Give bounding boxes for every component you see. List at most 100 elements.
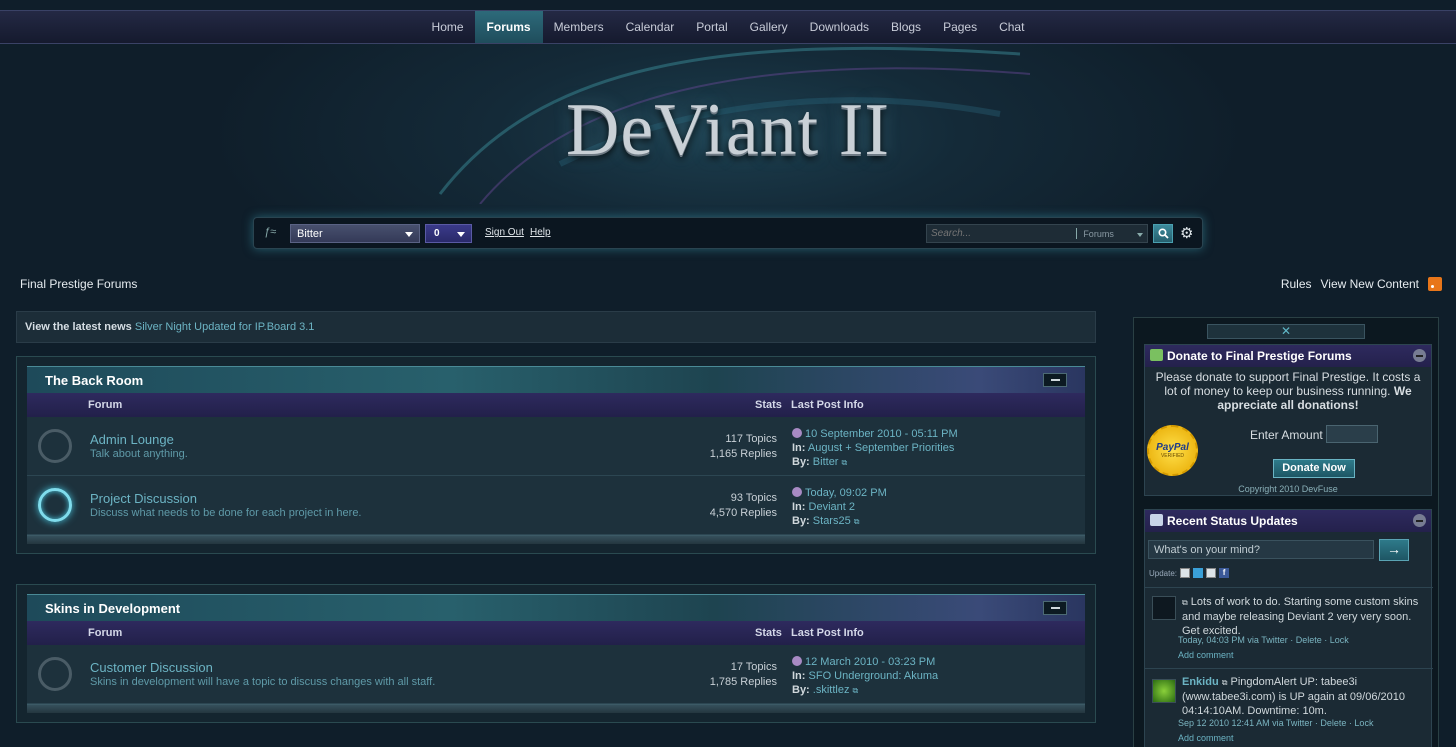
post-status-button[interactable]: → <box>1379 539 1409 561</box>
rules-link[interactable]: Rules <box>1281 277 1312 291</box>
forum-name-link[interactable]: Admin Lounge <box>90 432 174 447</box>
forum-name-link[interactable]: Project Discussion <box>90 491 197 506</box>
last-post-date[interactable]: 12 March 2010 - 03:23 PM <box>805 656 935 668</box>
add-comment-link[interactable]: Add comment <box>1178 650 1234 660</box>
in-label: In: <box>792 670 806 682</box>
search-icon <box>1157 228 1169 239</box>
nav-pages[interactable]: Pages <box>932 11 988 43</box>
in-label: In: <box>792 501 806 513</box>
last-post-icon[interactable] <box>792 428 802 438</box>
paypal-verified-badge: PayPal VERIFIED <box>1147 425 1198 476</box>
forum-name-link[interactable]: Customer Discussion <box>90 660 213 675</box>
forum-row: Project Discussion Discuss what needs to… <box>27 476 1085 535</box>
nav-calendar[interactable]: Calendar <box>615 11 686 43</box>
last-post-date[interactable]: Today, 09:02 PM <box>805 487 887 499</box>
status-item: ⧉ Lots of work to do. Starting some cust… <box>1145 587 1433 663</box>
external-link-icon: ⧉ <box>1221 678 1228 687</box>
forum-stats: 17 Topics 1,785 Replies <box>710 660 777 690</box>
topics-count: 93 Topics <box>730 492 777 504</box>
site-logo[interactable]: DeViant II <box>0 88 1456 173</box>
amount-label: Enter Amount <box>1250 428 1323 442</box>
nav-members[interactable]: Members <box>543 11 615 43</box>
user-menu-dropdown[interactable]: Bitter <box>290 224 420 243</box>
top-navigation: Home Forums Members Calendar Portal Gall… <box>0 10 1456 44</box>
gear-icon[interactable]: ⚙ <box>1180 224 1196 243</box>
last-post-topic-link[interactable]: August + September Priorities <box>808 442 954 454</box>
last-post-icon[interactable] <box>792 656 802 666</box>
update-targets: Update: f <box>1149 568 1230 578</box>
paypal-logo-text: PayPal <box>1156 442 1189 453</box>
twitter-icon[interactable] <box>1193 568 1204 578</box>
notifications-dropdown[interactable]: 0 <box>425 224 472 243</box>
last-post-topic-link[interactable]: SFO Underground: Akuma <box>809 670 939 682</box>
nav-list: Home Forums Members Calendar Portal Gall… <box>421 11 1036 43</box>
avatar[interactable] <box>1152 679 1176 703</box>
nav-chat[interactable]: Chat <box>988 11 1035 43</box>
update-checkbox[interactable] <box>1180 568 1191 578</box>
forum-row: Admin Lounge Talk about anything. 117 To… <box>27 417 1085 476</box>
last-post-icon[interactable] <box>792 487 802 497</box>
category-footer <box>27 535 1085 544</box>
forum-read-status-icon <box>38 657 72 691</box>
add-comment-link[interactable]: Add comment <box>1178 733 1234 743</box>
last-post-date[interactable]: 10 September 2010 - 05:11 PM <box>805 428 958 440</box>
replies-count: 1,165 Replies <box>709 448 777 460</box>
news-link[interactable]: Silver Night Updated for IP.Board 3.1 <box>135 321 315 333</box>
nav-blogs[interactable]: Blogs <box>880 11 932 43</box>
update-checkbox[interactable] <box>1206 568 1217 578</box>
search-scope-select[interactable]: Forums <box>1077 229 1147 239</box>
forum-row: Customer Discussion Skins in development… <box>27 645 1085 704</box>
last-post-author-link[interactable]: Bitter <box>813 456 839 468</box>
amount-field[interactable] <box>1326 425 1378 443</box>
breadcrumb[interactable]: Final Prestige Forums <box>20 277 137 291</box>
column-headers: Forum Stats Last Post Info <box>27 621 1085 645</box>
help-link[interactable]: Help <box>530 227 551 238</box>
search-input[interactable] <box>927 225 1077 242</box>
profile-popup-icon[interactable]: ⧉ <box>842 458 848 467</box>
col-stats: Stats <box>755 627 782 639</box>
notification-count: 0 <box>434 228 440 239</box>
donate-now-button[interactable]: Donate Now <box>1273 459 1355 478</box>
collapse-toggle-icon[interactable] <box>1043 373 1067 387</box>
signature-icon: ƒ≈ <box>264 226 277 238</box>
last-post-topic-link[interactable]: Deviant 2 <box>809 501 855 513</box>
by-label: By: <box>792 515 810 527</box>
col-forum: Forum <box>88 627 123 639</box>
money-icon <box>1150 349 1163 361</box>
status-input[interactable]: What's on your mind? <box>1148 540 1374 559</box>
status-author-link[interactable]: Enkidu <box>1182 676 1219 688</box>
status-text: Enkidu ⧉ PingdomAlert UP: tabee3i (www.t… <box>1182 675 1427 718</box>
sign-out-link[interactable]: Sign Out <box>485 227 524 238</box>
column-headers: Forum Stats Last Post Info <box>27 393 1085 417</box>
rss-icon[interactable] <box>1428 277 1442 291</box>
last-post-author-link[interactable]: Stars25 <box>813 515 851 527</box>
last-post-info: 12 March 2010 - 03:23 PM In: SFO Undergr… <box>792 655 938 698</box>
status-icon <box>1150 514 1163 526</box>
avatar[interactable] <box>1152 596 1176 620</box>
status-updates-panel: Recent Status Updates What's on your min… <box>1144 509 1433 747</box>
nav-gallery[interactable]: Gallery <box>739 11 799 43</box>
col-forum: Forum <box>88 399 123 411</box>
by-label: By: <box>792 456 810 468</box>
col-stats: Stats <box>755 399 782 411</box>
facebook-icon[interactable]: f <box>1219 568 1230 578</box>
nav-forums[interactable]: Forums <box>474 11 543 43</box>
view-new-content-link[interactable]: View New Content <box>1321 277 1420 291</box>
nav-home[interactable]: Home <box>421 11 475 43</box>
external-link-icon: ⧉ <box>1182 598 1188 607</box>
search-button[interactable] <box>1153 224 1173 243</box>
profile-popup-icon[interactable]: ⧉ <box>853 686 859 695</box>
collapse-icon[interactable] <box>1413 349 1426 362</box>
close-sidebar-button[interactable]: ✕ <box>1207 324 1365 339</box>
nav-downloads[interactable]: Downloads <box>799 11 880 43</box>
chevron-down-icon <box>1137 232 1144 237</box>
last-post-author-link[interactable]: .skittlez <box>813 684 850 696</box>
donate-copyright[interactable]: Copyright 2010 DevFuse <box>1145 484 1431 494</box>
donate-panel-title: Donate to Final Prestige Forums <box>1167 349 1352 363</box>
nav-portal[interactable]: Portal <box>685 11 738 43</box>
collapse-icon[interactable] <box>1413 514 1426 527</box>
collapse-toggle-icon[interactable] <box>1043 601 1067 615</box>
profile-popup-icon[interactable]: ⧉ <box>854 517 860 526</box>
col-last-post: Last Post Info <box>791 399 864 411</box>
topics-count: 17 Topics <box>730 661 777 673</box>
